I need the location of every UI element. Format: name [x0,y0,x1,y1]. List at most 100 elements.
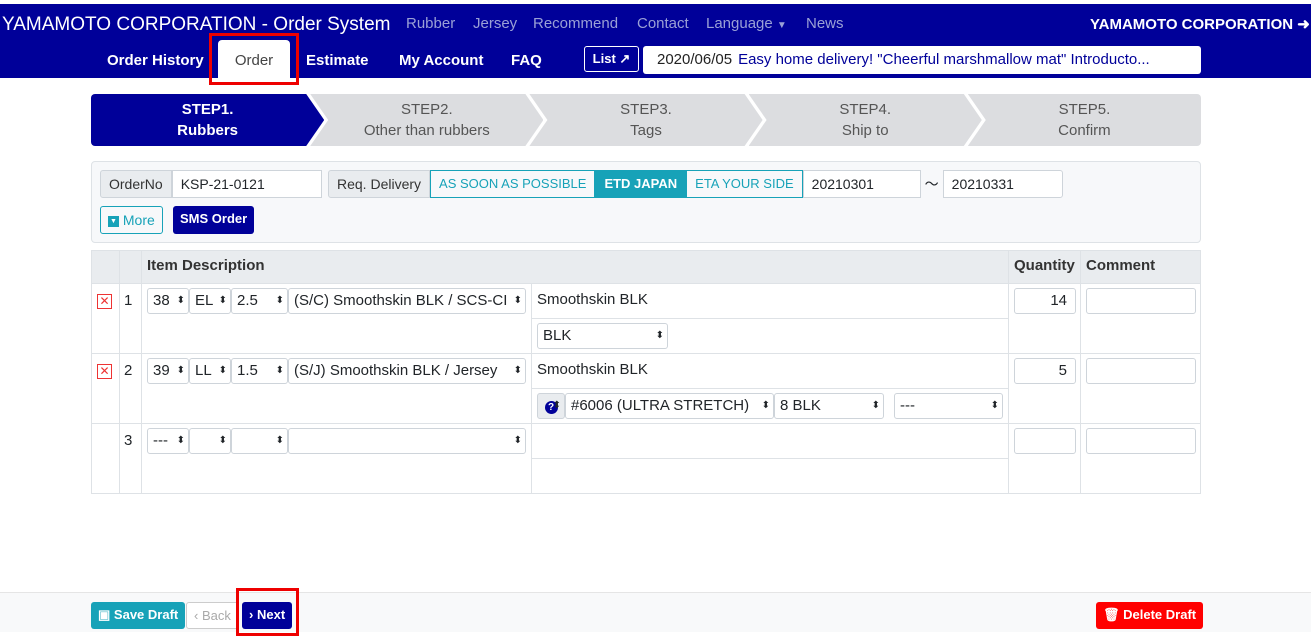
delete-draft-button[interactable]: 🗑 Delete Draft [1096,602,1204,629]
step-number: STEP4. [839,101,892,118]
footer-bar: ▣ Save Draft ‹ Back › Next 🗑 Delete Draf… [0,592,1311,632]
row-number: 2 [119,353,142,424]
col-item-description: Item Description [141,250,1009,284]
sign-out-icon: ➜ [1297,16,1310,33]
save-label: Save Draft [113,607,179,622]
color-select[interactable]: BLK [537,323,668,349]
step-number: STEP1. [181,101,234,118]
more-button[interactable]: ▼ More [100,206,163,234]
step-number: STEP3. [620,101,672,118]
grade-select[interactable]: LL [189,358,231,384]
comment-input[interactable] [1086,288,1196,314]
tab-order-history[interactable]: Order History [107,52,204,69]
brand-title[interactable]: YAMAMOTO CORPORATION - Order System [2,14,390,36]
date-to-input[interactable]: 20210331 [942,170,1063,198]
product-select[interactable]: (S/C) Smoothskin BLK / SCS-CI [288,288,526,314]
delete-row-icon[interactable]: ✕ [97,294,112,309]
news-text: Easy home delivery! "Cheerful marshmallo… [738,51,1150,68]
items-table: Item Description Quantity Comment ✕ 1 38… [91,250,1201,494]
step-2[interactable]: STEP2. Other than rubbers [310,94,543,146]
order-no-input[interactable]: KSP-21-0121 [171,170,322,198]
nav-news[interactable]: News [806,15,844,32]
news-list-button[interactable]: List ↗ [584,46,639,72]
step-number: STEP5. [1058,101,1111,118]
quantity-input[interactable]: 5 [1014,358,1076,384]
size-select[interactable]: 38 [147,288,189,314]
thickness-select[interactable]: 2.5 [231,288,288,314]
step-title: Confirm [1058,122,1111,139]
delivery-eta-your-side[interactable]: ETA YOUR SIDE [686,170,803,198]
thickness-select[interactable]: 1.5 [231,358,288,384]
list-label: List [592,51,616,66]
delete-label: Delete Draft [1123,607,1197,622]
delivery-asap[interactable]: AS SOON AS POSSIBLE [430,170,596,198]
back-button[interactable]: ‹ Back [186,602,239,629]
caret-down-icon: ▼ [776,20,787,31]
step-title: Ship to [841,122,889,139]
size-select[interactable]: --- [147,428,189,454]
company-name: YAMAMOTO CORPORATION [1090,16,1294,33]
company-logout[interactable]: YAMAMOTO CORPORATION ➜ [1090,15,1310,33]
step-4[interactable]: STEP4. Ship to [749,94,982,146]
grade-select[interactable] [189,428,231,454]
sms-order-button[interactable]: SMS Order [173,206,255,234]
nav-rubber[interactable]: Rubber [406,15,455,32]
nav-language[interactable]: Language ▼ [706,15,787,32]
trash-icon: 🗑 [1103,607,1120,622]
col-quantity: Quantity [1008,250,1081,284]
language-label: Language [706,15,773,32]
tab-estimate[interactable]: Estimate [306,52,369,69]
tab-faq[interactable]: FAQ [511,52,542,69]
table-header: Item Description Quantity Comment [91,250,1201,284]
grade-select[interactable]: EL [189,288,231,314]
step-progress: STEP1. Rubbers STEP2. Other than rubbers S… [91,94,1202,146]
tab-my-account[interactable]: My Account [399,52,483,69]
quantity-input[interactable] [1014,428,1076,454]
external-link-icon: ↗ [619,51,631,66]
range-separator: 〜 [924,176,939,192]
comment-input[interactable] [1086,428,1196,454]
help-question-icon[interactable]: ? [537,393,565,419]
nav-contact[interactable]: Contact [637,15,689,32]
delivery-etd-japan[interactable]: ETD JAPAN [595,170,687,198]
thickness-select[interactable] [231,428,288,454]
date-from-input[interactable]: 20210301 [802,170,921,198]
product-name: Smoothskin BLK [532,354,1008,389]
back-label: Back [201,608,231,623]
step-title: Other than rubbers [363,122,490,139]
delete-row-icon[interactable]: ✕ [97,364,112,379]
table-row: 3 --- [91,423,1201,494]
save-draft-button[interactable]: ▣ Save Draft [91,602,186,629]
nav-jersey[interactable]: Jersey [473,15,517,32]
caret-square-down-icon: ▼ [108,215,119,227]
table-row: ✕ 2 39LL1.5(S/J) Smoothskin BLK / Jersey… [91,353,1201,424]
row-number: 1 [119,283,142,354]
order-no-label: OrderNo [100,170,172,198]
product-select[interactable] [288,428,526,454]
product-select[interactable]: (S/J) Smoothskin BLK / Jersey [288,358,526,384]
step-title: Rubbers [177,122,239,139]
step-3[interactable]: STEP3. Tags [529,94,762,146]
product-name: Smoothskin BLK [532,284,1008,319]
col-comment: Comment [1080,250,1201,284]
quantity-input[interactable]: 14 [1014,288,1076,314]
more-label: More [122,212,155,228]
step-1[interactable]: STEP1. Rubbers [91,94,324,146]
size-select[interactable]: 39 [147,358,189,384]
navbar: YAMAMOTO CORPORATION - Order System Rubb… [0,4,1311,78]
comment-input[interactable] [1086,358,1196,384]
highlight-order-tab [209,33,299,85]
jersey-color-select[interactable]: 8 BLK [774,393,884,419]
highlight-next-button [236,588,299,636]
jersey-select[interactable]: #6006 (ULTRA STRETCH) [565,393,774,419]
row-number: 3 [119,423,142,494]
jersey-option-select[interactable]: --- [894,393,1003,419]
step-title: Tags [630,122,662,139]
table-row: ✕ 1 38EL2.5(S/C) Smoothskin BLK / SCS-CI… [91,283,1201,354]
nav-recommend[interactable]: Recommend [533,15,618,32]
req-delivery-label: Req. Delivery [328,170,431,198]
step-number: STEP2. [400,101,453,118]
news-ticker[interactable]: 2020/06/05 Easy home delivery! "Cheerful … [643,46,1201,74]
save-icon: ▣ [98,607,111,622]
step-5[interactable]: STEP5. Confirm [967,94,1202,146]
